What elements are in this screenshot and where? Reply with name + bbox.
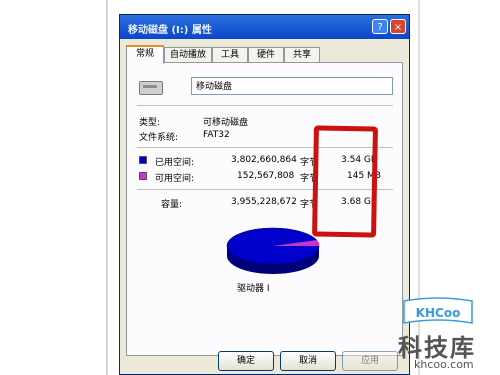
used-space-bytes: 3,802,660,864 [231, 155, 297, 165]
ok-button[interactable]: 确定 [218, 351, 274, 371]
help-button[interactable]: ? [372, 19, 388, 34]
disk-usage-pie [226, 227, 320, 274]
capacity-bytes: 3,955,228,672 [231, 197, 297, 207]
drive-name-field[interactable]: 移动磁盘 [191, 77, 393, 95]
tab-autoplay[interactable]: 自动播放 [164, 47, 212, 63]
type-value: 可移动磁盘 [203, 118, 249, 128]
logo-text: KHCoo [416, 306, 461, 320]
drive-caption: 驱动器 I [237, 284, 270, 294]
used-space-label: 已用空间: [155, 158, 195, 168]
cancel-button[interactable]: 取消 [280, 351, 336, 371]
removable-drive-icon [139, 81, 163, 95]
window-title: 移动磁盘 (I:) 属性 [128, 25, 212, 36]
watermark-url: khcoo.com [414, 358, 474, 371]
filesystem-label: 文件系统: [139, 133, 179, 143]
tab-general[interactable]: 常规 [126, 45, 164, 64]
divider [137, 105, 393, 106]
free-space-swatch [139, 172, 147, 180]
khcoo-logo: KHCoo [403, 297, 473, 324]
filesystem-value: FAT32 [203, 130, 230, 140]
capacity-label: 容量: [161, 200, 183, 210]
tab-tools[interactable]: 工具 [212, 47, 248, 63]
free-space-bytes: 152,567,808 [237, 171, 295, 181]
used-space-swatch [139, 156, 147, 164]
red-highlight-annotation [312, 125, 378, 238]
background-strip-left [106, 0, 108, 375]
tab-hardware[interactable]: 硬件 [248, 47, 284, 63]
free-space-label: 可用空间: [155, 174, 195, 184]
title-bar[interactable]: 移动磁盘 (I:) 属性 ? × [120, 15, 409, 39]
tab-sharing[interactable]: 共享 [284, 47, 320, 63]
type-label: 类型: [139, 118, 161, 128]
apply-button[interactable]: 应用 [342, 351, 398, 371]
close-button[interactable]: × [390, 19, 406, 34]
